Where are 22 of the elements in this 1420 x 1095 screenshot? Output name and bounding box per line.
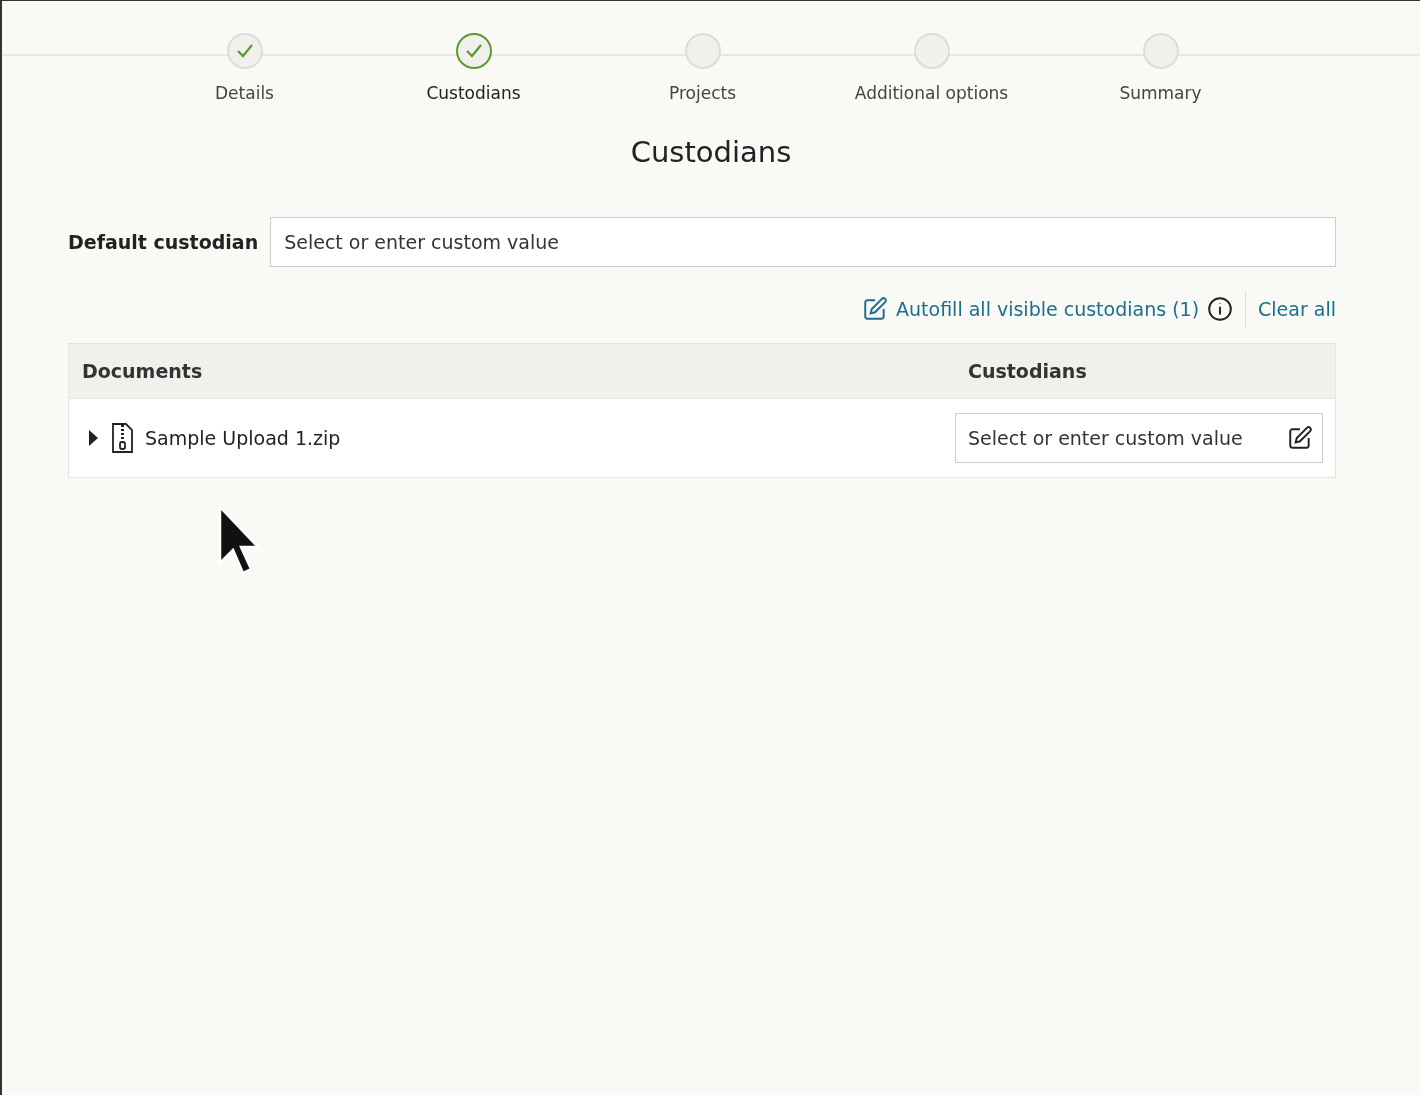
step-label: Additional options: [854, 83, 1009, 103]
checkmark-icon: [235, 43, 254, 59]
column-header: Documents: [81, 360, 204, 382]
edit-icon: [1287, 425, 1313, 451]
step-label: Details: [215, 83, 274, 103]
step-label: Projects: [669, 83, 736, 103]
default-custodian-field[interactable]: Select or enter custom value: [270, 217, 1336, 267]
custodian-field[interactable]: Select or enter custom value: [955, 413, 1323, 463]
info-icon[interactable]: [1207, 296, 1234, 322]
autofill-link[interactable]: Autofill all visible custodians (1): [862, 296, 1200, 322]
clear-all-link[interactable]: Clear all: [1258, 298, 1336, 320]
checkmark-icon: [464, 43, 483, 59]
document-name: Sample Upload 1.zip: [145, 427, 341, 449]
step-label: Summary: [1119, 83, 1202, 103]
column-header: Custodians: [967, 360, 1088, 382]
expand-caret-icon[interactable]: [87, 430, 99, 446]
step-circle[interactable]: [455, 33, 492, 69]
field-label: Default custodian: [68, 231, 259, 253]
step-label: Custodians: [426, 83, 521, 103]
zip-file-icon: [109, 422, 135, 454]
page-heading: Custodians: [629, 135, 793, 169]
edit-icon: [862, 296, 889, 322]
